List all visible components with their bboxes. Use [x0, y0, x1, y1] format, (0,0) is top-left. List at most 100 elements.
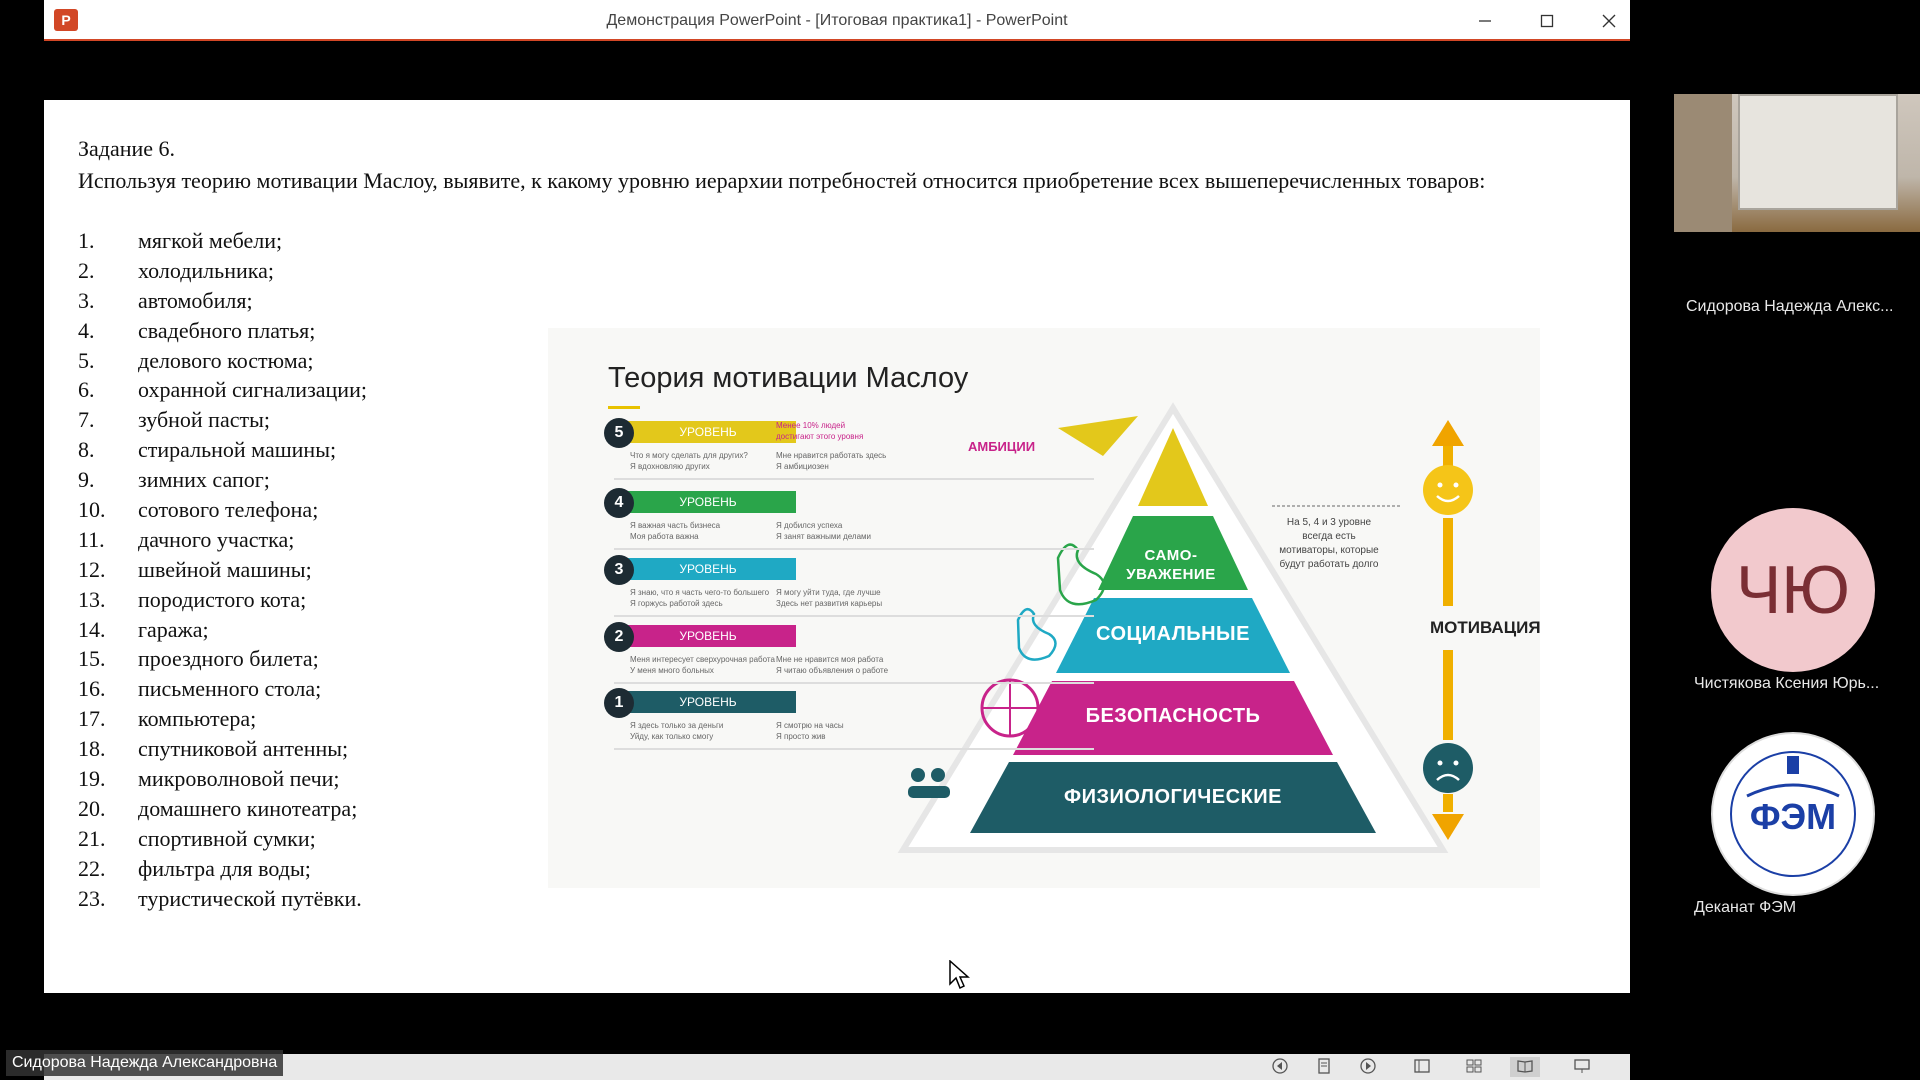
whiteboard	[1738, 94, 1898, 210]
close-icon	[1602, 14, 1616, 27]
list-item-number: 10.	[78, 497, 106, 523]
level-note-left: Я знаю, что я часть чего-то большего Я г…	[630, 588, 770, 608]
list-item: 9. зимних сапог;	[78, 465, 367, 495]
list-item: 12. швейной машины;	[78, 555, 367, 585]
level-bar: УРОВЕНЬ	[620, 625, 796, 647]
level-note-left: Меня интересует сверхурочная работа У ме…	[630, 655, 775, 675]
level-top-note: Менее 10% людей достигают этого уровня	[776, 421, 864, 441]
list-item: 13. породистого кота;	[78, 585, 367, 615]
level-row: УРОВЕНЬ 1 Я здесь только за деньги Уйду, к…	[600, 686, 1100, 758]
level-note-right: Мне нравится работать здесь Я амбициозен	[776, 451, 887, 471]
list-item-text: письменного стола;	[138, 676, 322, 702]
list-item-text: компьютера;	[138, 706, 257, 732]
list-item-text: мягкой мебели;	[138, 228, 283, 253]
list-item-number: 18.	[78, 736, 106, 762]
list-item-number: 5.	[78, 347, 95, 373]
list-item-text: охранной сигнализации;	[138, 377, 367, 403]
level-number-badge: 2	[604, 622, 634, 652]
participant-video[interactable]	[1674, 94, 1920, 232]
level-divider	[614, 748, 1094, 750]
maximize-icon	[1540, 14, 1554, 27]
level-bar: УРОВЕНЬ	[620, 421, 796, 443]
list-item: 4. свадебного платья;	[78, 316, 367, 346]
arrow-shaft-middle	[1443, 518, 1453, 606]
level-number-badge: 3	[604, 555, 634, 585]
list-item: 21. спортивной сумки;	[78, 824, 367, 854]
normal-view-button[interactable]	[1412, 1057, 1432, 1077]
notes-button[interactable]	[1314, 1057, 1334, 1077]
previous-slide-button[interactable]	[1270, 1057, 1290, 1077]
list-item-text: швейной машины;	[138, 556, 312, 582]
reading-view-button[interactable]	[1510, 1057, 1540, 1077]
slide-canvas[interactable]: Задание 6. Используя теорию мотивации Ма…	[44, 100, 1630, 993]
normal-view-icon	[1414, 1059, 1430, 1073]
list-item: 20. домашнего кинотеатра;	[78, 794, 367, 824]
list-item: 7. зубной пасты;	[78, 405, 367, 435]
participant-name-1: Сидорова Надежда Алекс...	[1686, 298, 1894, 315]
list-item-text: фильтра для воды;	[138, 855, 311, 881]
level-number-badge: 5	[604, 418, 634, 448]
level-row: УРОВЕНЬ 4 Я важная часть бизнеса Моя работ…	[600, 486, 1100, 558]
next-slide-icon	[1360, 1058, 1376, 1074]
previous-slide-icon	[1272, 1058, 1288, 1074]
list-item: 8. стиральной машины;	[78, 435, 367, 465]
screen: P Демонстрация PowerPoint - [Итоговая пр…	[0, 0, 1920, 1080]
list-item: 11. дачного участка;	[78, 525, 367, 555]
active-speaker-label: Сидорова Надежда Александровна	[6, 1050, 284, 1076]
level-divider	[614, 615, 1094, 617]
list-item-number: 12.	[78, 556, 106, 582]
level-note-right: Я смотрю на часы Я просто жив	[776, 721, 844, 741]
list-item: 2. холодильника;	[78, 256, 367, 286]
list-item-text: микроволновой печи;	[138, 766, 340, 792]
level-bar: УРОВЕНЬ	[620, 691, 796, 713]
list-item: 23. туристической путёвки.	[78, 884, 367, 914]
level-divider	[614, 682, 1094, 684]
pyramid-label-esteem: САМО- УВАЖЕНИЕ	[1126, 547, 1216, 583]
list-item-number: 16.	[78, 676, 106, 702]
list-item-text: сотового телефона;	[138, 497, 319, 523]
list-item-number: 15.	[78, 646, 106, 672]
list-item: 6. охранной сигнализации;	[78, 375, 367, 405]
avatar[interactable]: ЧЮ	[1711, 508, 1875, 672]
faculty-logo-avatar[interactable]: ФЭМ	[1711, 732, 1875, 896]
next-slide-button[interactable]	[1358, 1057, 1378, 1077]
close-button[interactable]	[1578, 0, 1640, 41]
arrow-shaft-lower	[1443, 650, 1453, 740]
list-item: 15. проездного билета;	[78, 644, 367, 674]
list-item-text: дачного участка;	[138, 526, 295, 552]
level-number-badge: 1	[604, 688, 634, 718]
maximize-button[interactable]	[1516, 0, 1578, 41]
level-number-badge: 4	[604, 488, 634, 518]
list-item: 17. компьютера;	[78, 704, 367, 734]
list-item: 14. гаража;	[78, 615, 367, 645]
list-item-number: 8.	[78, 437, 95, 463]
notes-icon	[1318, 1058, 1330, 1074]
level-note-right: Я могу уйти туда, где лучше Здесь нет ра…	[776, 588, 883, 608]
list-item-text: стиральной машины;	[138, 437, 337, 463]
slide-sorter-button[interactable]	[1464, 1057, 1484, 1077]
happy-face-icon	[1423, 465, 1473, 515]
maslow-infographic: Теория мотивации Маслоу САМО- УВАЖЕНИЕ С…	[548, 328, 1541, 888]
list-item-text: зимних сапог;	[138, 467, 270, 493]
list-item-number: 13.	[78, 586, 106, 612]
goods-list: 1. мягкой мебели; 2. холодильника; 3. автомоб…	[78, 226, 367, 913]
list-item-number: 17.	[78, 706, 106, 732]
level-note-left: Я важная часть бизнеса Моя работа важна	[630, 521, 721, 541]
minimize-icon	[1479, 19, 1491, 22]
slideshow-button[interactable]	[1572, 1057, 1592, 1077]
slide-sorter-icon	[1466, 1059, 1482, 1073]
sad-face-icon	[1423, 743, 1473, 793]
people-icon	[911, 768, 925, 782]
level-bar: УРОВЕНЬ	[620, 558, 796, 580]
window-title: Демонстрация PowerPoint - [Итоговая прак…	[606, 12, 1068, 29]
list-item-number: 14.	[78, 616, 106, 642]
list-item: 22. фильтра для воды;	[78, 854, 367, 884]
minimize-button[interactable]	[1454, 0, 1516, 41]
window-titlebar: P Демонстрация PowerPoint - [Итоговая пр…	[44, 0, 1630, 41]
pyramid-label-physiological: ФИЗИОЛОГИЧЕСКИЕ	[1064, 786, 1282, 808]
mouse-cursor-icon	[949, 960, 970, 990]
task-title: Задание 6.	[78, 136, 176, 161]
list-item-number: 21.	[78, 825, 106, 851]
participant-name-2: Чистякова Ксения Юрь...	[1694, 675, 1880, 692]
list-item-text: автомобиля;	[138, 287, 253, 313]
